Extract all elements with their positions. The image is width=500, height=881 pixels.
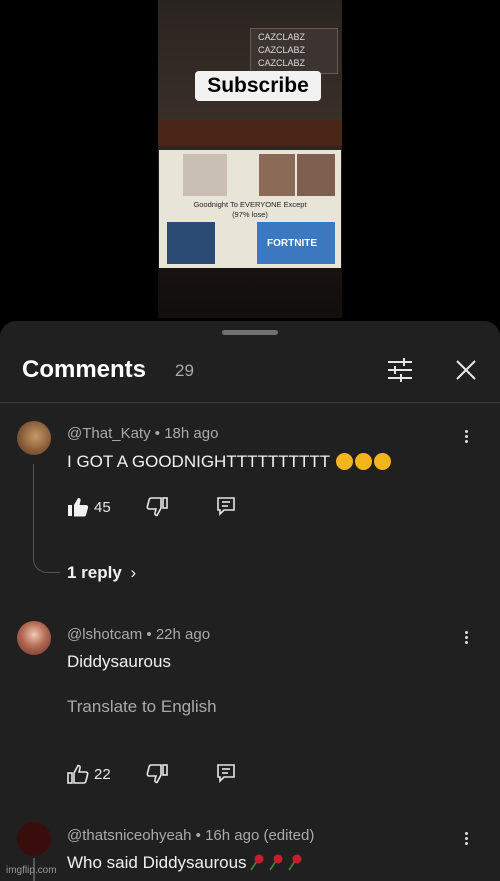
comment-age: 16h ago (edited) bbox=[205, 827, 315, 844]
comments-sheet bbox=[0, 321, 500, 881]
comment-text: Who said Diddysaurous bbox=[67, 853, 304, 873]
video-shelf bbox=[158, 120, 342, 146]
comment-age: 18h ago bbox=[164, 425, 219, 442]
replies-label: 1 reply bbox=[67, 563, 122, 582]
thumbs-down-icon[interactable] bbox=[146, 764, 168, 784]
header-divider bbox=[0, 402, 500, 403]
comment-text: I GOT A GOODNIGHTTTTTTTTTT bbox=[67, 452, 392, 472]
close-icon[interactable] bbox=[456, 360, 476, 380]
comment-meta: @lshotcam • 22h ago bbox=[67, 626, 211, 643]
thumbs-down-icon[interactable] bbox=[146, 497, 168, 517]
chevron-right-icon: › bbox=[130, 563, 137, 582]
more-options-icon[interactable] bbox=[456, 629, 476, 649]
video-player[interactable]: CAZCLABZ CAZCLABZ CAZCLABZ Subscribe Goo… bbox=[0, 0, 500, 330]
reply-icon[interactable] bbox=[216, 763, 236, 783]
poster-caption-1: Goodnight To EVERYONE Except bbox=[193, 200, 307, 209]
reply-icon[interactable] bbox=[216, 496, 236, 516]
poster-photo-1 bbox=[183, 154, 227, 196]
translate-button[interactable]: Translate to English bbox=[67, 697, 217, 717]
comment-text: Diddysaurous bbox=[67, 652, 171, 671]
comment-text-content: Who said Diddysaurous bbox=[67, 853, 247, 872]
social-handle-2: CAZCLABZ bbox=[258, 45, 306, 55]
rose-emoji-icon bbox=[268, 854, 283, 871]
like-count: 45 bbox=[94, 499, 111, 516]
poster-game-label: FORTNITE bbox=[267, 238, 317, 249]
view-replies-button[interactable]: 1 reply › bbox=[67, 563, 136, 583]
poster-caption-2: (97% lose) bbox=[232, 210, 268, 219]
social-handle-1: CAZCLABZ bbox=[258, 32, 306, 42]
subscribe-overlay: Subscribe bbox=[195, 71, 321, 101]
avatar[interactable] bbox=[17, 822, 51, 856]
poster-photo-captain bbox=[167, 222, 215, 264]
like-count: 22 bbox=[94, 766, 111, 783]
comment-author[interactable]: @lshotcam bbox=[67, 626, 142, 643]
rose-emoji-icon bbox=[249, 854, 264, 871]
poster-photo-game: FORTNITE bbox=[257, 222, 335, 264]
rose-emoji-icon bbox=[287, 854, 302, 871]
more-options-icon[interactable] bbox=[456, 830, 476, 850]
watermark: imgflip.com bbox=[6, 865, 57, 876]
reply-thread-line bbox=[33, 464, 60, 573]
social-handle-3: CAZCLABZ bbox=[258, 58, 306, 68]
thumbs-up-filled-icon[interactable] bbox=[67, 497, 89, 517]
smiling-emoji-icon bbox=[336, 453, 354, 470]
more-options-icon[interactable] bbox=[456, 428, 476, 448]
comment-meta: @thatsniceohyeah • 16h ago (edited) bbox=[67, 827, 315, 844]
comments-title: Comments bbox=[22, 356, 147, 383]
comment-meta: @That_Katy • 18h ago bbox=[67, 425, 219, 442]
drag-handle[interactable] bbox=[222, 330, 278, 335]
smiling-emoji-icon bbox=[355, 453, 373, 470]
video-poster: Goodnight To EVERYONE Except (97% lose) … bbox=[159, 150, 341, 268]
comment-text-content: I GOT A GOODNIGHTTTTTTTTTT bbox=[67, 452, 331, 471]
comments-count: 29 bbox=[175, 361, 194, 380]
comment-author[interactable]: @That_Katy bbox=[67, 425, 151, 442]
smiling-emoji-icon bbox=[374, 453, 392, 470]
avatar[interactable] bbox=[17, 421, 51, 455]
poster-photo-3 bbox=[297, 154, 335, 196]
comment-author[interactable]: @thatsniceohyeah bbox=[67, 827, 191, 844]
avatar[interactable] bbox=[17, 621, 51, 655]
comment-age: 22h ago bbox=[155, 626, 211, 643]
sliders-icon[interactable] bbox=[386, 357, 414, 383]
thumbs-up-outline-icon[interactable] bbox=[67, 764, 89, 784]
poster-photo-2 bbox=[259, 154, 295, 196]
